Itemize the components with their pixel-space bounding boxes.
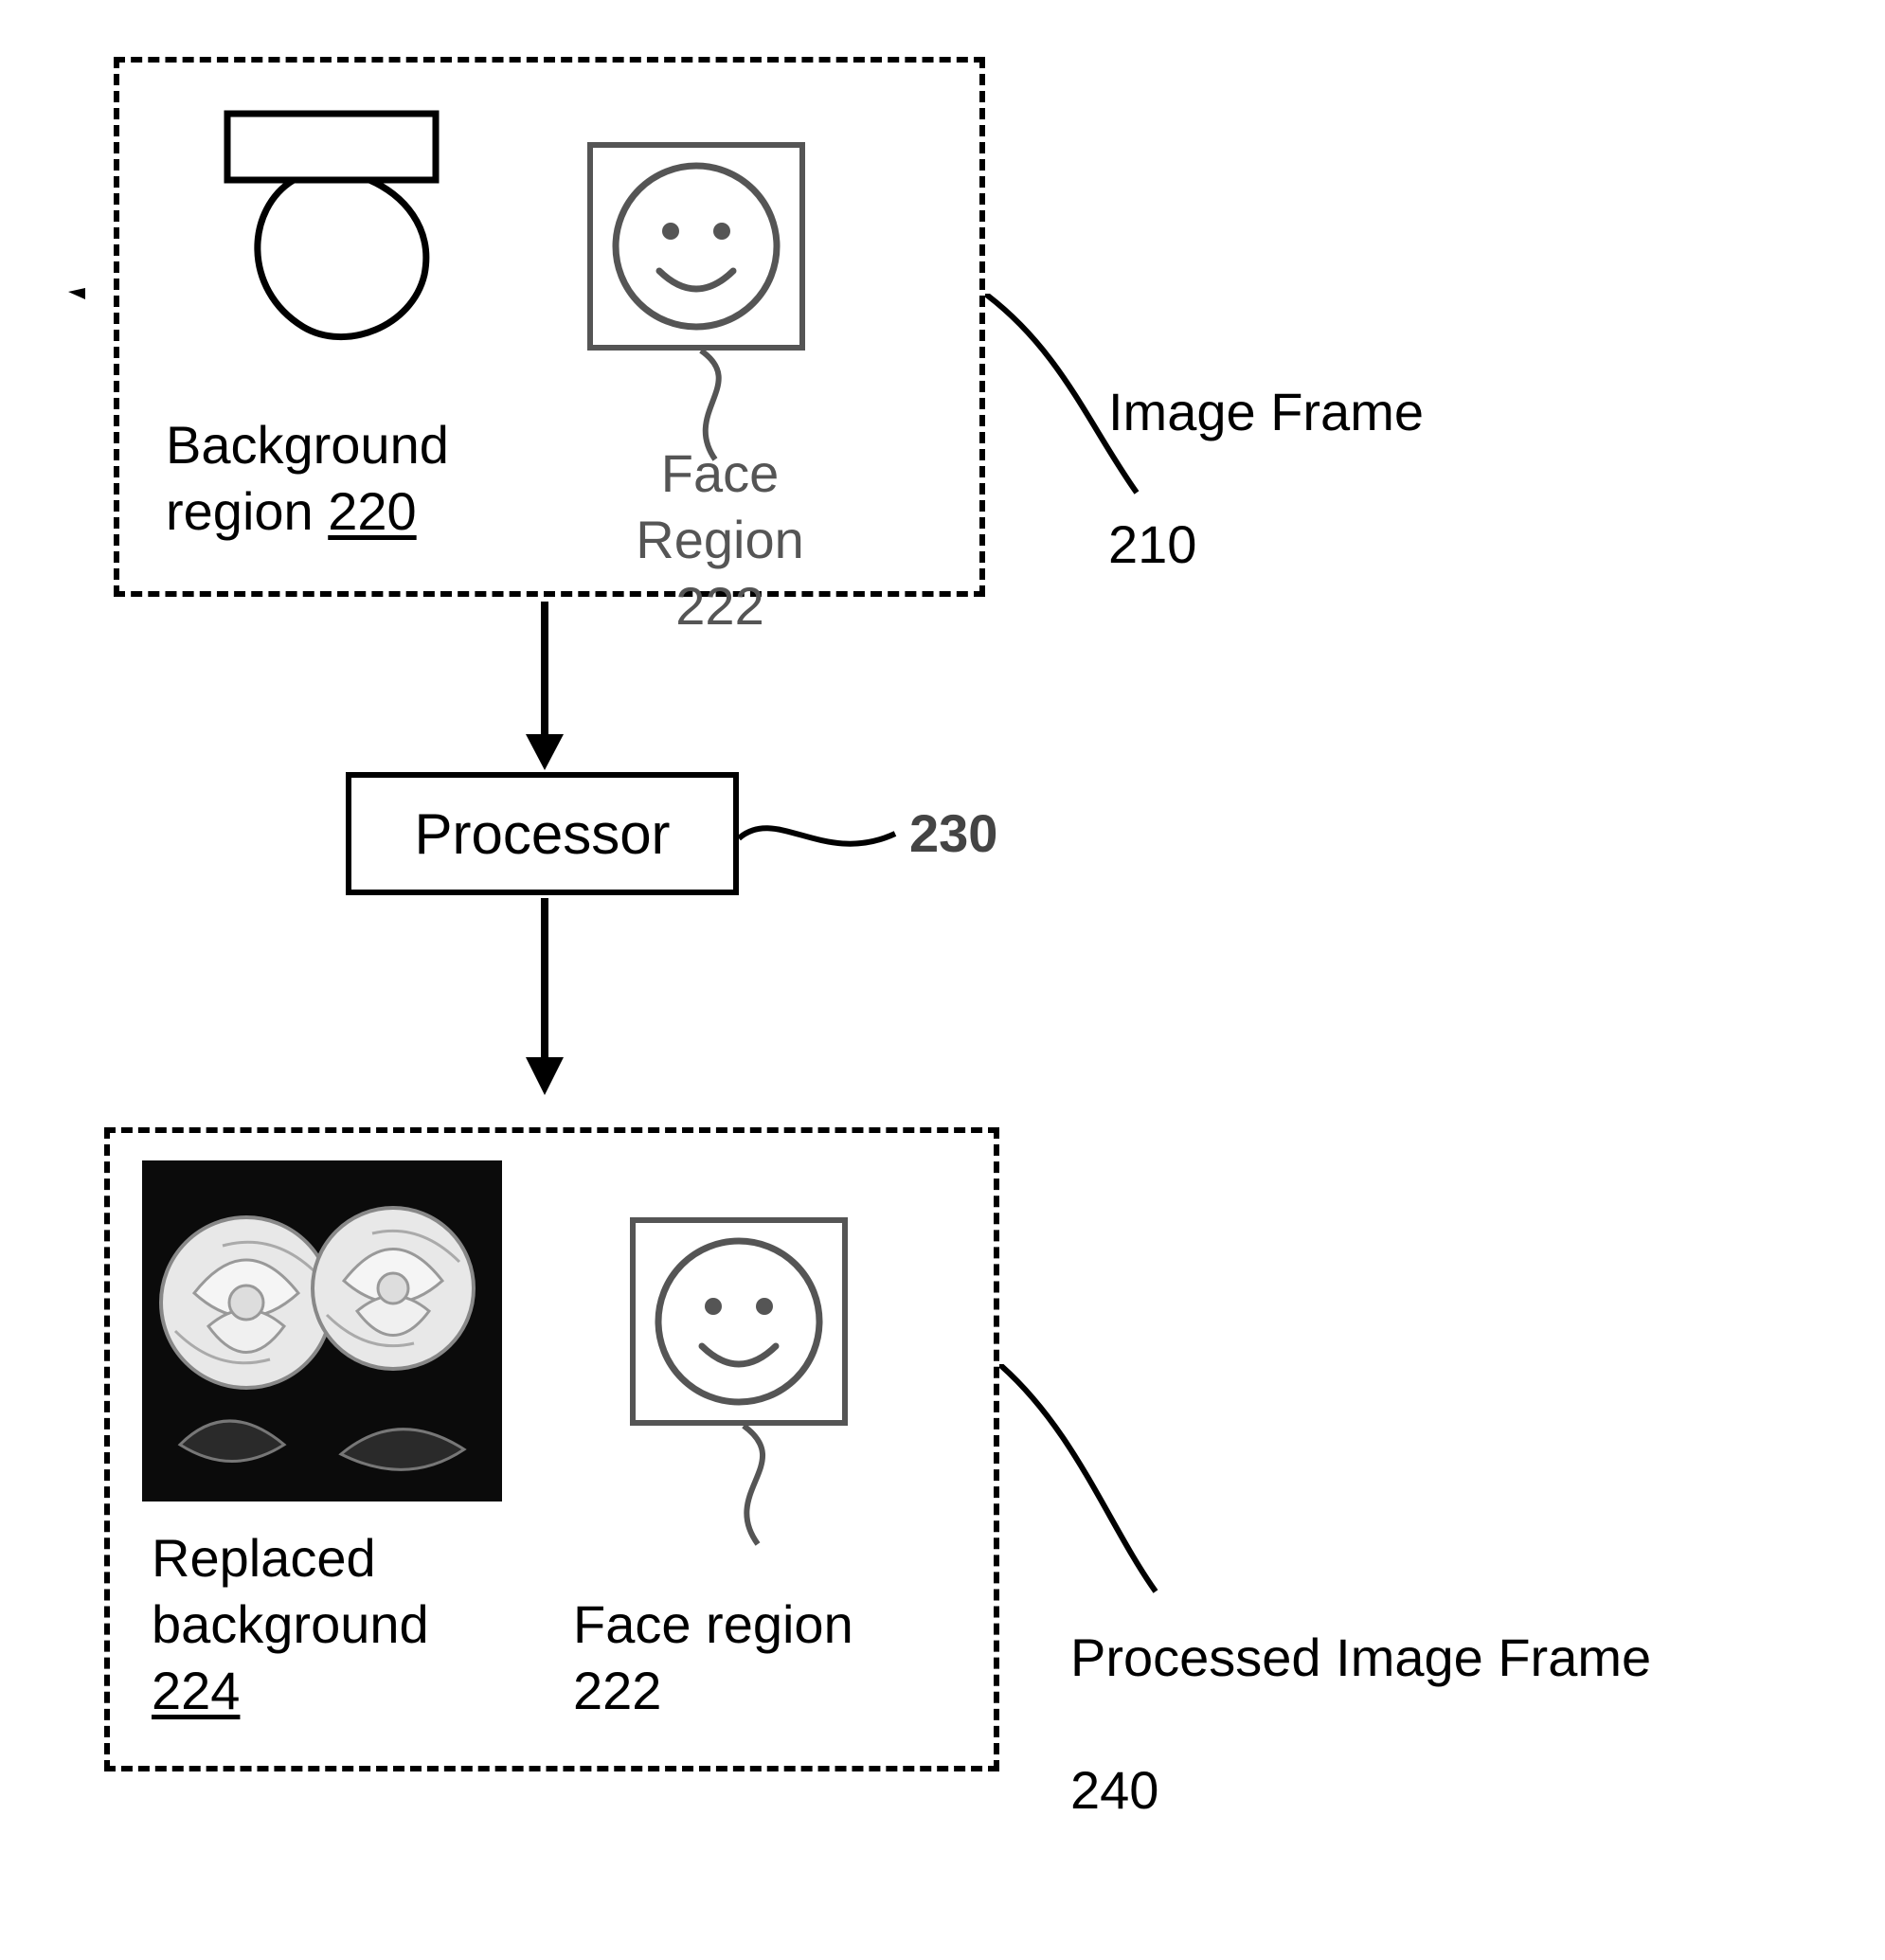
processed-frame-label: Processed Image Frame 240 (1070, 1625, 1651, 1824)
face-region-top-label-line2: 222 (675, 576, 763, 636)
image-frame-label-line2: 210 (1108, 514, 1196, 574)
processor-ref: 230 (909, 800, 997, 867)
processed-frame-label-line1: Processed Image Frame (1070, 1627, 1651, 1687)
face-region-box-bottom (630, 1217, 848, 1426)
processed-frame-label-line2: 240 (1070, 1760, 1158, 1820)
face-region-bottom-line1: Face region (573, 1594, 853, 1654)
diagram-stage: Background region 220 Face Region 222 Im… (0, 0, 1885, 1960)
smiley-face-icon (636, 1223, 842, 1420)
background-region-label: Background region 220 (166, 412, 449, 545)
replaced-bg-line2: background (152, 1594, 429, 1654)
processor-box: Processor (346, 772, 739, 895)
leader-processor (739, 810, 900, 867)
face-region-bottom-label: Face region 222 (573, 1591, 853, 1724)
background-region-ref: 220 (328, 481, 416, 541)
replaced-bg-line1: Replaced (152, 1528, 376, 1588)
stray-mark (66, 284, 89, 303)
processor-label: Processor (414, 801, 670, 867)
roses-image (142, 1160, 502, 1501)
face-region-box-top (587, 142, 805, 351)
background-region-label-line1: Background (166, 415, 449, 475)
image-frame-label: Image Frame 210 (1108, 379, 1424, 578)
background-region-label-line2-prefix: region (166, 481, 328, 541)
replaced-background-label: Replaced background 224 (152, 1525, 429, 1724)
lamp-icon (189, 104, 474, 351)
face-region-top-label-line1: Face Region (636, 443, 803, 569)
face-region-bottom-line2: 222 (573, 1661, 661, 1720)
leader-face-bottom (706, 1426, 819, 1549)
image-frame-label-line1: Image Frame (1108, 382, 1424, 441)
processor-ref-text: 230 (909, 803, 997, 863)
arrow-processor-to-bottom (516, 898, 573, 1097)
replaced-bg-ref: 224 (152, 1661, 240, 1720)
leader-processed-frame (999, 1364, 1189, 1601)
roses-icon (142, 1160, 502, 1501)
smiley-face-icon (593, 148, 799, 345)
face-region-top-label: Face Region 222 (578, 441, 862, 639)
arrow-top-to-processor (516, 602, 573, 772)
